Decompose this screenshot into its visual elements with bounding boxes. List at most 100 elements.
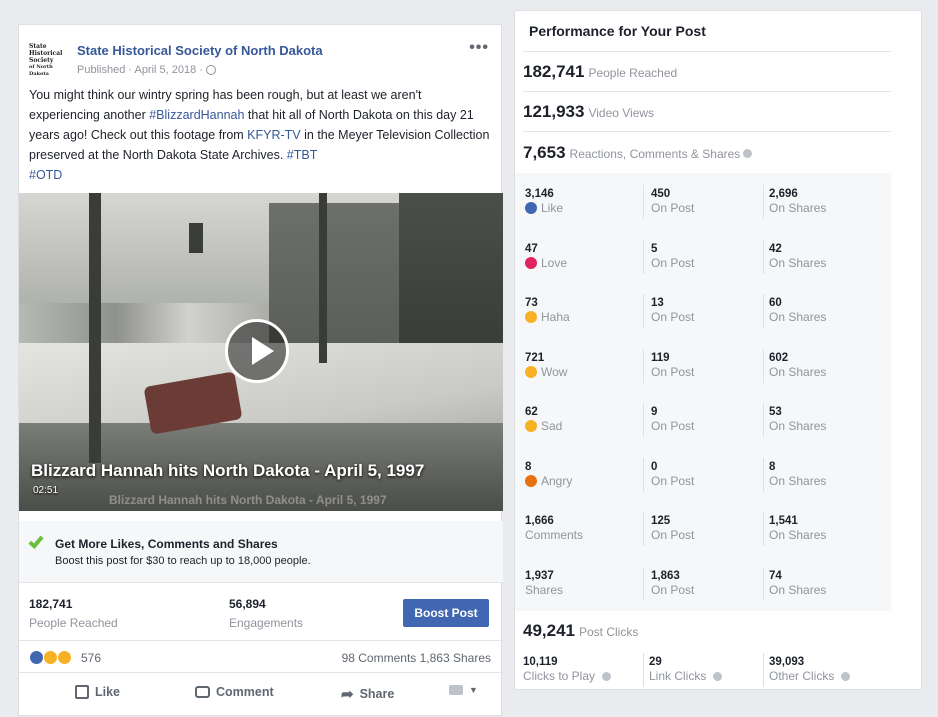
metric-label: On Post — [651, 310, 695, 324]
divider — [643, 653, 644, 687]
audience-selector[interactable]: ▼ — [449, 685, 478, 695]
metric-label: On Post — [651, 582, 695, 597]
page-logo[interactable]: State Historical Society of North Dakota — [29, 43, 71, 79]
info-icon[interactable] — [713, 671, 723, 681]
divider — [643, 512, 644, 546]
page-name-link[interactable]: State Historical Society of North Dakota — [77, 43, 323, 58]
metric-value: 42 — [769, 242, 782, 255]
like-button[interactable]: Like — [75, 685, 120, 699]
info-icon[interactable] — [743, 149, 753, 159]
metric-label: On Post — [651, 255, 695, 270]
comments-shares-count[interactable]: 98 Comments 1,863 Shares — [342, 651, 491, 665]
video-player[interactable]: Blizzard Hannah hits North Dakota - Apri… — [19, 193, 503, 511]
sad-icon — [525, 420, 537, 432]
metric-label-row: Comments — [525, 528, 635, 542]
video-duration: 02:51 — [33, 485, 59, 496]
reaction-total-cell: 721 Wow — [525, 351, 635, 379]
divider — [643, 348, 644, 383]
reactions-summary: 576 98 Comments 1,863 Shares — [19, 643, 503, 673]
divider — [643, 457, 644, 492]
rcs-total: 7,653 — [523, 143, 566, 162]
on-post-cell: 9 On Post — [651, 405, 761, 433]
play-button[interactable] — [225, 319, 289, 383]
metric-value: 9 — [651, 406, 658, 418]
metric-value: 450 — [651, 188, 671, 200]
more-options-icon[interactable]: ••• — [469, 39, 489, 57]
hashtag-link[interactable]: #TBT — [287, 148, 318, 162]
boost-post-button[interactable]: Boost Post — [403, 599, 489, 627]
logo-line: Historical — [29, 50, 63, 57]
people-reached-label: People Reached — [588, 66, 678, 80]
metric-label: On Post — [651, 364, 695, 379]
post-header: State Historical Society of North Dakota… — [19, 25, 501, 81]
engagements-count: 56,894 — [229, 597, 266, 611]
video-views-label: Video Views — [588, 106, 655, 120]
haha-icon[interactable] — [57, 650, 72, 665]
on-shares-cell: 8 On Shares — [769, 460, 879, 488]
hashtag-link[interactable]: #OTD — [29, 168, 62, 182]
metric-value: 62 — [525, 406, 538, 418]
logo-line: of North Dakota — [29, 64, 53, 77]
divider — [643, 294, 644, 328]
metric-value: 2,696 — [769, 188, 798, 200]
metric-label: On Post — [651, 419, 695, 433]
metric-value: 125 — [651, 515, 671, 527]
video-frame — [319, 193, 327, 363]
metric-value: 1,863 — [651, 569, 680, 582]
metric-label-row: On Post — [651, 365, 761, 379]
on-post-cell: 0 On Post — [651, 460, 761, 488]
panel-title: Performance for Your Post — [529, 23, 706, 39]
hashtag-link[interactable]: #BlizzardHannah — [149, 108, 244, 122]
metric-label: On Post — [651, 201, 695, 215]
wow-icon — [525, 365, 537, 378]
on-shares-cell: 53 On Shares — [769, 405, 879, 433]
reactions-count[interactable]: 576 — [81, 651, 101, 665]
people-reached-count: 182,741 — [29, 597, 73, 611]
metric-value: 602 — [769, 351, 789, 364]
on-post-cell: 1,863 On Post — [651, 569, 761, 597]
divider — [763, 348, 764, 383]
haha-icon — [525, 311, 537, 323]
info-icon[interactable] — [602, 671, 612, 681]
on-shares-cell: 2,696 On Shares — [769, 187, 879, 215]
divider — [643, 566, 644, 601]
on-shares-cell: 1,541 On Shares — [769, 514, 879, 542]
metric-value: 73 — [525, 297, 538, 309]
divider — [763, 457, 764, 492]
metric-value: 13 — [651, 297, 664, 309]
metric-label: Wow — [541, 364, 568, 379]
metric-value: 60 — [769, 297, 782, 309]
metric-label: On Post — [651, 473, 695, 488]
post-clicks-total: 49,241 — [523, 621, 575, 640]
share-icon: ➦ — [341, 686, 354, 703]
wow-icon[interactable] — [43, 650, 58, 665]
metric-label-row: On Post — [651, 201, 761, 215]
share-button[interactable]: ➦ Share — [341, 685, 394, 703]
reaction-total-cell: 1,666 Comments — [525, 514, 635, 542]
people-reached-total: 182,741 — [523, 62, 585, 81]
metric-label-row: On Shares — [769, 201, 879, 215]
metric-label-row: On Shares — [769, 310, 879, 324]
comment-button[interactable]: Comment — [195, 685, 274, 699]
profile-icon — [449, 685, 463, 695]
metric-label: On Shares — [769, 201, 827, 215]
info-icon[interactable] — [841, 671, 851, 681]
link-clicks: 29 Link Clicks — [649, 655, 769, 683]
comment-label: Comment — [216, 685, 274, 699]
metric-label-row: On Post — [651, 256, 761, 270]
other-clicks-label: Other Clicks — [769, 669, 835, 683]
metric-label-row: On Shares — [769, 256, 879, 270]
metric-value: 74 — [769, 569, 782, 582]
metric-value: 119 — [651, 351, 670, 364]
metric-label-row: Like — [525, 201, 635, 215]
published-date[interactable]: Published · April 5, 2018 · — [77, 64, 203, 76]
metric-label-row: Sad — [525, 419, 635, 433]
on-post-cell: 13 On Post — [651, 296, 761, 324]
people-reached-row: 182,741 People Reached — [523, 51, 891, 91]
clicks-to-play-count: 10,119 — [523, 656, 558, 668]
video-frame — [89, 193, 101, 463]
like-icon[interactable] — [29, 650, 44, 665]
metric-value: 1,666 — [525, 515, 554, 527]
kfyr-link[interactable]: KFYR-TV — [247, 128, 300, 142]
promo-title: Get More Likes, Comments and Shares — [55, 537, 278, 551]
